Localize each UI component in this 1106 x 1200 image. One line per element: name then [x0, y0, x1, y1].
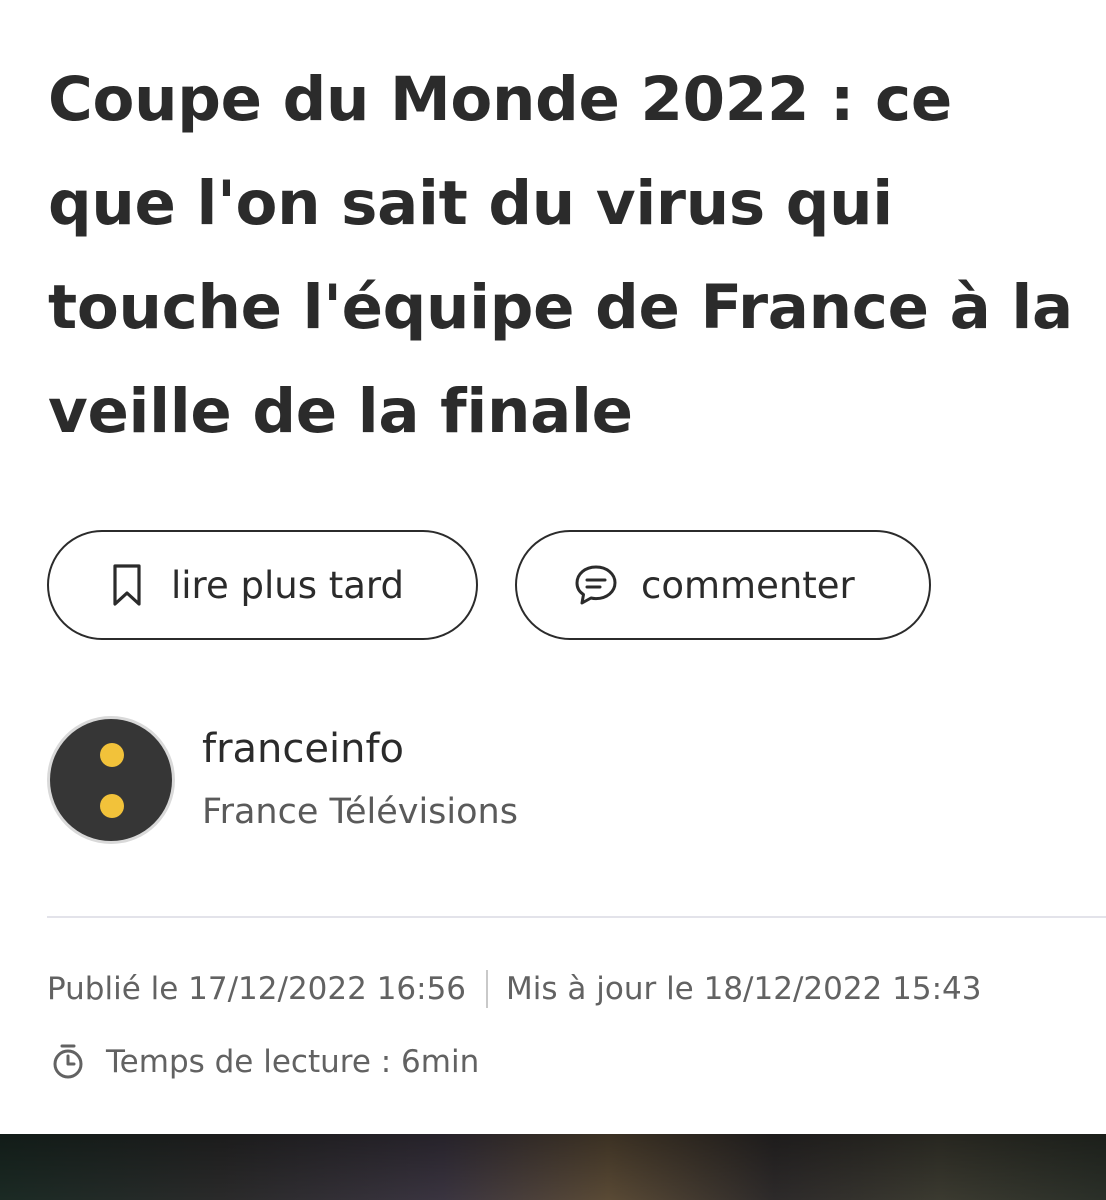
- logo-dot-top: [100, 743, 124, 767]
- franceinfo-logo-icon: [50, 719, 172, 841]
- reading-time-label: Temps de lecture : 6min: [106, 1044, 480, 1080]
- reading-time: Temps de lecture : 6min: [50, 1043, 479, 1081]
- source-avatar[interactable]: [47, 716, 175, 844]
- comment-button[interactable]: commenter: [515, 530, 931, 640]
- publication-dates: Publié le 17/12/2022 16:56 Mis à jour le…: [47, 970, 981, 1008]
- comment-bubble-icon: [573, 563, 619, 607]
- published-date: Publié le 17/12/2022 16:56: [47, 971, 467, 1007]
- divider: [47, 916, 1106, 918]
- article-image: [0, 1134, 1106, 1200]
- stopwatch-icon: [50, 1043, 86, 1081]
- comment-label: commenter: [641, 563, 855, 607]
- bookmark-icon: [111, 563, 143, 607]
- read-later-button[interactable]: lire plus tard: [47, 530, 478, 640]
- meta-separator: [486, 970, 489, 1008]
- article-headline: Coupe du Monde 2022 : ce que l'on sait d…: [48, 64, 1073, 447]
- logo-dot-bottom: [100, 794, 124, 818]
- read-later-label: lire plus tard: [171, 563, 404, 607]
- source-organization: France Télévisions: [202, 792, 518, 832]
- updated-date: Mis à jour le 18/12/2022 15:43: [506, 971, 982, 1007]
- article-page: Coupe du Monde 2022 : ce que l'on sait d…: [0, 0, 1106, 1200]
- source-name[interactable]: franceinfo: [202, 726, 404, 772]
